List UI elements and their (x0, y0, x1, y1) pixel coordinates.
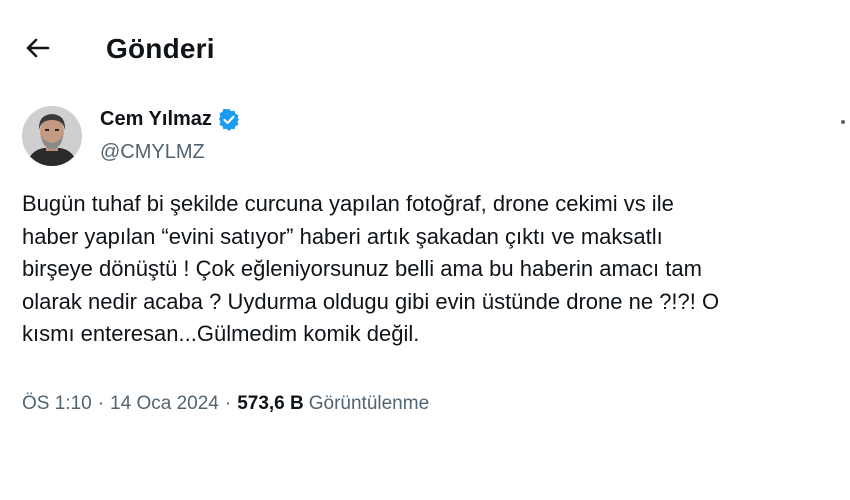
more-options-button[interactable] (836, 110, 850, 134)
page-title: Gönderi (106, 33, 215, 64)
tweet-text: Bugün tuhaf bi şekilde curcuna yapılan f… (22, 191, 720, 346)
meta-separator: · (97, 393, 105, 414)
author-handle[interactable]: @CMYLMZ (100, 141, 205, 164)
meta-separator: · (224, 393, 232, 414)
views-label: Görüntülenme (308, 393, 430, 414)
verified-badge-icon (218, 108, 240, 131)
arrow-left-icon (25, 37, 51, 64)
back-button[interactable] (18, 32, 58, 68)
author-name-row: Cem Yılmaz (100, 108, 240, 131)
avatar[interactable] (22, 106, 82, 166)
tweet-date[interactable]: 14 Oca 2024 (110, 393, 219, 415)
page-header: Gönderi (0, 0, 850, 100)
author-display-name[interactable]: Cem Yılmaz (100, 108, 212, 131)
tweet-time[interactable]: ÖS 1:10 (22, 393, 92, 415)
more-dots-icon (841, 120, 845, 124)
views-count: 573,6 B (237, 393, 304, 414)
tweet-meta: ÖS 1:10 · 14 Oca 2024 · 573,6 B Görüntül… (22, 393, 429, 415)
